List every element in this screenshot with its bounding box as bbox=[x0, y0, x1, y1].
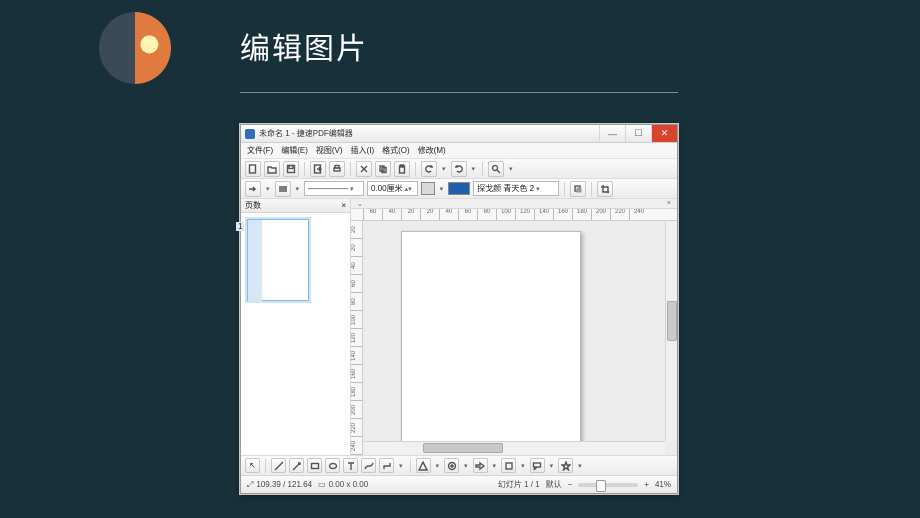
paste-button[interactable] bbox=[394, 161, 410, 177]
cursor-icon: ↖ bbox=[249, 461, 256, 470]
page-thumbnail[interactable]: 1 bbox=[247, 219, 309, 301]
menu-modify[interactable]: 修改(M) bbox=[418, 145, 446, 156]
line-style-button[interactable] bbox=[275, 181, 291, 197]
size-icon: ▭ bbox=[318, 480, 326, 489]
connector-dd[interactable]: ▾ bbox=[397, 462, 405, 470]
slide-title: 编辑图片 bbox=[240, 24, 368, 68]
rect-tool[interactable] bbox=[307, 458, 322, 473]
statusbar: ⤢109.39 / 121.64 ▭0.00 x 0.00 幻灯片 1 / 1 … bbox=[241, 475, 677, 493]
line-style-dd[interactable]: ▾ bbox=[294, 185, 302, 193]
title-underline bbox=[240, 92, 678, 93]
fill-color-swatch[interactable] bbox=[448, 182, 470, 195]
line-width-input[interactable]: 0.00厘米▴▾ bbox=[367, 181, 418, 196]
flowchart-tool[interactable] bbox=[501, 458, 516, 473]
symbol-shapes-tool[interactable] bbox=[444, 458, 459, 473]
callout-tool[interactable] bbox=[530, 458, 545, 473]
fill-color-select[interactable]: 探戈颜 青天色 2▾ bbox=[473, 181, 559, 196]
connector-tool[interactable] bbox=[379, 458, 394, 473]
text-tool[interactable] bbox=[343, 458, 358, 473]
titlebar[interactable]: 未命名 1 - 捷速PDF编辑器 — ☐ ✕ bbox=[241, 125, 677, 143]
line-style-select[interactable]: —————▾ bbox=[304, 181, 364, 196]
drawing-canvas[interactable] bbox=[363, 221, 677, 455]
zoom-in-button[interactable]: + bbox=[644, 480, 649, 489]
symbol-shapes-dd[interactable]: ▾ bbox=[462, 462, 470, 470]
arrow-end-dd[interactable]: ▾ bbox=[264, 185, 272, 193]
toolbar-line: ▾ ▾ —————▾ 0.00厘米▴▾ ▾ 探戈颜 青天色 2▾ bbox=[241, 179, 677, 199]
minimize-button[interactable]: — bbox=[599, 125, 625, 142]
basic-shapes-tool[interactable] bbox=[416, 458, 431, 473]
maximize-button[interactable]: ☐ bbox=[625, 125, 651, 142]
thumbnail-area: 1 bbox=[241, 213, 350, 455]
menu-insert[interactable]: 插入(I) bbox=[351, 145, 375, 156]
pages-panel: 页数 × 1 bbox=[241, 199, 351, 455]
menu-format[interactable]: 格式(O) bbox=[382, 145, 410, 156]
app-window: 未命名 1 - 捷速PDF编辑器 — ☐ ✕ 文件(F) 编辑(E) 视图(V)… bbox=[240, 124, 678, 494]
window-title: 未命名 1 - 捷速PDF编辑器 bbox=[259, 128, 599, 139]
menu-edit[interactable]: 编辑(E) bbox=[281, 145, 308, 156]
selection-size: 0.00 x 0.00 bbox=[329, 480, 369, 489]
new-doc-button[interactable] bbox=[245, 161, 261, 177]
zoom-button[interactable] bbox=[488, 161, 504, 177]
print-button[interactable] bbox=[329, 161, 345, 177]
basic-shapes-dd[interactable]: ▾ bbox=[434, 462, 442, 470]
line-width-value: 0.00厘米 bbox=[371, 183, 403, 194]
line-color-dd[interactable]: ▾ bbox=[438, 185, 446, 193]
undo-button[interactable] bbox=[421, 161, 437, 177]
arrow-tool[interactable] bbox=[289, 458, 304, 473]
zoom-out-button[interactable]: − bbox=[568, 480, 573, 489]
flowchart-dd[interactable]: ▾ bbox=[519, 462, 527, 470]
star-dd[interactable]: ▾ bbox=[576, 462, 584, 470]
shadow-button[interactable] bbox=[570, 181, 586, 197]
panel-close-icon[interactable]: × bbox=[665, 200, 673, 207]
page-number-badge: 1 bbox=[236, 222, 244, 231]
line-tool[interactable] bbox=[271, 458, 286, 473]
cursor-position: 109.39 / 121.64 bbox=[256, 480, 312, 489]
arrow-end-button[interactable] bbox=[245, 181, 261, 197]
cut-button[interactable] bbox=[356, 161, 372, 177]
block-arrows-dd[interactable]: ▾ bbox=[491, 462, 499, 470]
spotlight-logo bbox=[99, 12, 171, 84]
scrollbar-horizontal[interactable] bbox=[363, 441, 665, 455]
canvas-area: ⌄ × 604020204060801001201401601802002202… bbox=[351, 199, 677, 455]
menu-file[interactable]: 文件(F) bbox=[247, 145, 273, 156]
ruler-vertical: 2020406080100120140160180200220240260280 bbox=[351, 221, 363, 455]
toolbar-drawing: ↖ ▾ ▾ ▾ ▾ ▾ ▾ ▾ bbox=[241, 455, 677, 475]
export-button[interactable] bbox=[310, 161, 326, 177]
menu-view[interactable]: 视图(V) bbox=[316, 145, 343, 156]
zoom-dropdown[interactable]: ▾ bbox=[507, 165, 515, 173]
redo-button[interactable] bbox=[451, 161, 467, 177]
undo-dropdown[interactable]: ▾ bbox=[440, 165, 448, 173]
position-icon: ⤢ bbox=[247, 480, 253, 490]
save-button[interactable] bbox=[283, 161, 299, 177]
toolbar-standard: ▾ ▾ ▾ bbox=[241, 159, 677, 179]
app-icon bbox=[245, 129, 255, 139]
fill-color-label: 探戈颜 青天色 2 bbox=[477, 183, 534, 194]
select-tool[interactable]: ↖ bbox=[245, 458, 260, 473]
scrollbar-vertical[interactable] bbox=[665, 221, 677, 441]
redo-dropdown[interactable]: ▾ bbox=[470, 165, 478, 173]
zoom-slider[interactable] bbox=[578, 483, 638, 487]
line-color-swatch[interactable] bbox=[421, 182, 435, 195]
pages-panel-close[interactable]: × bbox=[341, 201, 346, 210]
ellipse-tool[interactable] bbox=[325, 458, 340, 473]
curve-tool[interactable] bbox=[361, 458, 376, 473]
insert-mode[interactable]: 默认 bbox=[546, 479, 562, 490]
crop-button[interactable] bbox=[597, 181, 613, 197]
pages-panel-title: 页数 bbox=[245, 200, 261, 211]
zoom-value[interactable]: 41% bbox=[655, 480, 671, 489]
open-button[interactable] bbox=[264, 161, 280, 177]
copy-button[interactable] bbox=[375, 161, 391, 177]
page[interactable] bbox=[401, 231, 581, 455]
block-arrows-tool[interactable] bbox=[473, 458, 488, 473]
menubar: 文件(F) 编辑(E) 视图(V) 插入(I) 格式(O) 修改(M) bbox=[241, 143, 677, 159]
slide-indicator[interactable]: 幻灯片 1 / 1 bbox=[498, 479, 540, 490]
close-button[interactable]: ✕ bbox=[651, 125, 677, 142]
ruler-horizontal: 60402020406080100120140160180200220240 bbox=[351, 209, 677, 221]
star-tool[interactable] bbox=[558, 458, 573, 473]
panel-pin-icon[interactable]: ⌄ bbox=[355, 200, 365, 208]
callout-dd[interactable]: ▾ bbox=[548, 462, 556, 470]
